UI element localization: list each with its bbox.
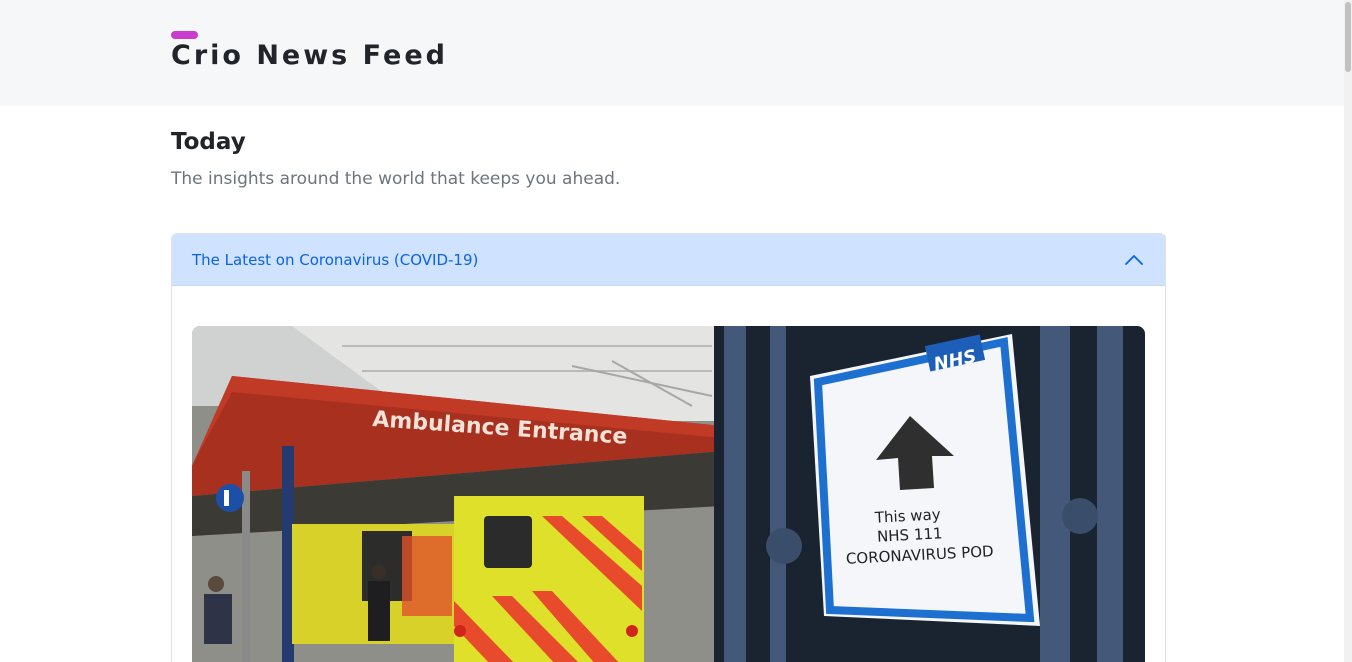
chevron-up-icon[interactable] [1123,249,1145,271]
page-subtitle: The insights around the world that keeps… [171,169,621,189]
poster-line-2: NHS 111 [877,524,943,545]
accordion-header-button[interactable]: The Latest on Coronavirus (COVID-19) [172,234,1165,286]
page-heading: Today [171,129,246,155]
brand-accent-bar [171,31,198,39]
brand-title[interactable]: Crio News Feed [171,40,448,71]
article-photo: Ambulance Entrance NHS This way NHS 111 … [192,326,1145,662]
accordion-body: Ambulance Entrance NHS This way NHS 111 … [172,286,1165,662]
page: Crio News Feed Today The insights around… [0,0,1352,662]
page-scrollbar[interactable] [1344,0,1352,662]
scrollbar-thumb[interactable] [1345,2,1351,72]
article-image[interactable]: Ambulance Entrance NHS This way NHS 111 … [192,326,1145,662]
site-header: Crio News Feed [0,0,1344,106]
accordion-title: The Latest on Coronavirus (COVID-19) [192,250,479,269]
news-accordion: The Latest on Coronavirus (COVID-19) Amb… [171,233,1166,662]
poster-line-1: This way [873,505,941,526]
